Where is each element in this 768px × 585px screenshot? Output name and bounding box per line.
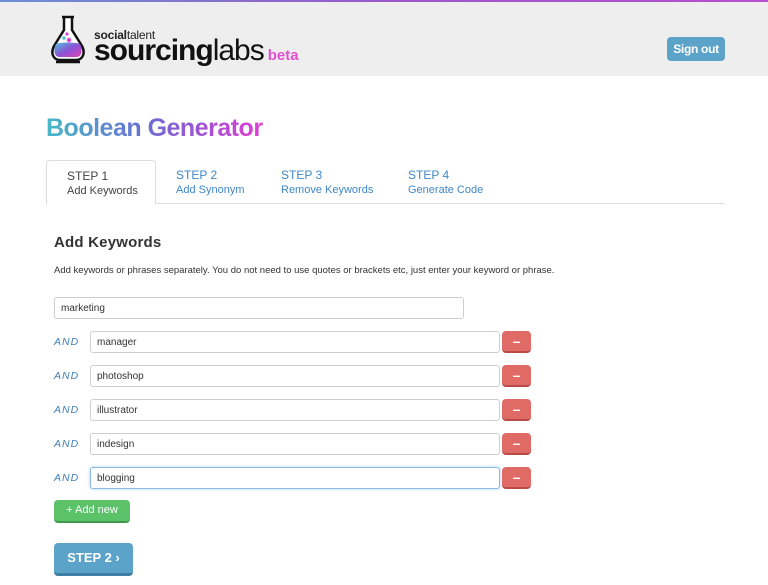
logo[interactable]: socialtalent sourcinglabs beta [50, 14, 324, 66]
and-operator-label: AND [54, 472, 80, 484]
add-new-keyword-button[interactable]: + Add new [54, 500, 130, 523]
next-step-button[interactable]: STEP 2 › [54, 543, 133, 576]
sign-out-button[interactable]: Sign out [667, 37, 725, 61]
section-title: Add Keywords [54, 234, 162, 251]
remove-keyword-button[interactable]: – [502, 467, 531, 489]
header: socialtalent sourcinglabs beta Sign out [0, 2, 768, 76]
tab-step-1[interactable]: STEP 1 Add Keywords [46, 160, 156, 205]
step-tabs: STEP 1 Add Keywords STEP 2 Add Synonym S… [46, 160, 725, 205]
tab-step-label: Add Synonym [176, 184, 245, 196]
tab-step-number: STEP 1 [67, 169, 109, 183]
tab-step-number: STEP 2 [176, 168, 218, 182]
help-text: Add keywords or phrases separately. You … [54, 265, 555, 276]
tab-step-number: STEP 4 [408, 168, 450, 182]
and-operator-label: AND [54, 370, 80, 382]
remove-keyword-button[interactable]: – [502, 331, 531, 353]
tab-step-label: Remove Keywords [281, 184, 374, 196]
tab-step-3[interactable]: STEP 3 Remove Keywords [281, 160, 391, 204]
and-operator-label: AND [54, 336, 80, 348]
tab-step-4[interactable]: STEP 4 Generate Code [408, 160, 508, 204]
logo-wordmark: socialtalent sourcinglabs beta [94, 14, 324, 66]
tab-step-label: Add Keywords [67, 185, 138, 197]
remove-keyword-button[interactable]: – [502, 365, 531, 387]
flask-icon [51, 15, 85, 64]
beta-badge: beta [267, 47, 299, 64]
tab-step-2[interactable]: STEP 2 Add Synonym [176, 160, 266, 204]
keyword-input-first[interactable] [54, 297, 464, 319]
tab-step-number: STEP 3 [281, 168, 323, 182]
tab-step-label: Generate Code [408, 184, 484, 196]
keyword-input[interactable] [90, 365, 500, 387]
page-title: Boolean Generator [46, 114, 263, 142]
keyword-input-active[interactable] [90, 467, 500, 489]
keyword-input[interactable] [90, 331, 500, 353]
and-operator-label: AND [54, 438, 80, 450]
keyword-input[interactable] [90, 399, 500, 421]
keyword-input[interactable] [90, 433, 500, 455]
and-operator-label: AND [54, 404, 80, 416]
logo-name: sourcinglabs beta [94, 34, 299, 67]
remove-keyword-button[interactable]: – [502, 399, 531, 421]
remove-keyword-button[interactable]: – [502, 433, 531, 455]
